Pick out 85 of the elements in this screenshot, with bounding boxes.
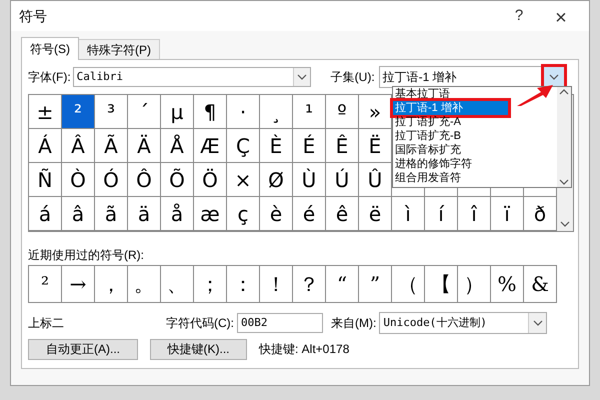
symbol-cell[interactable]: Ó — [95, 163, 128, 197]
dialog-button[interactable]: 自动更正(A)... — [28, 338, 138, 360]
symbol-cell[interactable]: ² — [62, 95, 95, 129]
char-code-field[interactable]: 00B2 — [237, 313, 323, 333]
symbol-cell[interactable]: Ø — [260, 163, 293, 197]
symbol-cell[interactable]: ¶ — [194, 95, 227, 129]
symbol-cell[interactable]: É — [293, 129, 326, 163]
dialog-button[interactable]: 快捷键(K)... — [150, 338, 247, 360]
symbol-cell[interactable]: ì — [392, 197, 425, 231]
symbol-cell[interactable]: ç — [227, 197, 260, 231]
chevron-down-icon — [296, 74, 307, 80]
symbol-cell[interactable]: è — [260, 197, 293, 231]
symbol-cell[interactable]: Ô — [128, 163, 161, 197]
symbol-cell[interactable]: º — [326, 95, 359, 129]
combobox-value: Calibri — [76, 68, 124, 85]
scroll-down-icon — [559, 179, 569, 185]
chevron-down-icon — [532, 320, 543, 326]
symbol-cell[interactable]: Ç — [227, 129, 260, 163]
symbol-cell[interactable]: â — [62, 197, 95, 231]
symbol-cell[interactable]: Æ — [194, 129, 227, 163]
symbol-cell[interactable]: á — [29, 197, 62, 231]
symbol-cell[interactable]: » — [359, 95, 392, 129]
combobox-value: 拉丁语-1 增补 — [382, 69, 458, 86]
symbol-cell[interactable]: Û — [359, 163, 392, 197]
symbol-cell[interactable]: Ö — [194, 163, 227, 197]
symbol-cell[interactable]: × — [227, 163, 260, 197]
symbol-cell[interactable]: Ù — [293, 163, 326, 197]
symbol-cell[interactable]: ³ — [95, 95, 128, 129]
tab[interactable]: 符号(S) — [21, 37, 79, 60]
symbol-cell[interactable]: î — [458, 197, 491, 231]
symbol-cell[interactable]: Ä — [128, 129, 161, 163]
dropdown-option[interactable]: 拉丁语扩充-A — [393, 115, 557, 129]
symbol-cell[interactable]: Ê — [326, 129, 359, 163]
symbol-cell[interactable]: ä — [128, 197, 161, 231]
symbol-cell[interactable]: ¹ — [293, 95, 326, 129]
symbol-cell[interactable]: ± — [29, 95, 62, 129]
field-label: 字体(F): — [28, 69, 71, 86]
symbol-cell[interactable]: µ — [161, 95, 194, 129]
symbol-cell[interactable]: ï — [491, 197, 524, 231]
symbol-cell[interactable]: Ú — [326, 163, 359, 197]
help-button[interactable]: ? — [499, 3, 539, 29]
symbol-cell[interactable]: Á — [29, 129, 62, 163]
symbol-cell[interactable]: ã — [95, 197, 128, 231]
tab[interactable]: 特殊字符(P) — [79, 39, 160, 59]
symbol-cell[interactable]: é — [293, 197, 326, 231]
symbol-cell[interactable]: Ñ — [29, 163, 62, 197]
symbol-cell[interactable]: Ã — [95, 129, 128, 163]
scroll-down-icon — [560, 221, 570, 227]
dropdown-option[interactable]: 组合用发音符 — [393, 171, 557, 185]
symbol-cell[interactable]: ð — [524, 197, 557, 231]
character-name: 上标二 — [28, 315, 65, 332]
symbol-cell[interactable]: Â — [62, 129, 95, 163]
annotation-arrow — [515, 84, 555, 108]
field-label: 来自(M): — [331, 315, 376, 332]
chevron-down-icon — [548, 74, 559, 80]
symbol-cell[interactable]: ¸ — [260, 95, 293, 129]
scrollbar[interactable] — [557, 87, 571, 187]
font-combobox[interactable]: Calibri — [72, 67, 311, 87]
symbol-cell[interactable]: í — [425, 197, 458, 231]
dropdown-option[interactable]: 国际音标扩充 — [393, 143, 557, 157]
window-title: 符号 — [19, 6, 47, 26]
shortcut-text: 快捷键: Alt+0178 — [259, 341, 350, 358]
dropdown-option[interactable]: 拉丁语扩充-B — [393, 129, 557, 143]
close-button[interactable]: × — [539, 3, 583, 29]
subset-combobox[interactable]: 拉丁语-1 增补 — [378, 66, 565, 88]
symbol-cell[interactable]: ´ — [128, 95, 161, 129]
field-label: 子集(U): — [330, 69, 375, 86]
symbol-cell[interactable]: Ò — [62, 163, 95, 197]
symbol-cell[interactable]: å — [161, 197, 194, 231]
symbol-cell[interactable]: Å — [161, 129, 194, 163]
dropdown-option[interactable]: 进格的修饰字符 — [393, 157, 557, 171]
scroll-up-icon — [559, 89, 569, 95]
symbol-cell[interactable]: ë — [359, 197, 392, 231]
field-label: 字符代码(C): — [166, 315, 234, 332]
from-combobox[interactable]: Unicode(十六进制) — [379, 312, 548, 334]
combobox-value: Unicode(十六进制) — [382, 314, 488, 331]
dropdown-option[interactable]: 基本拉丁语 — [393, 87, 557, 101]
symbol-cell[interactable]: æ — [194, 197, 227, 231]
dropdown-option[interactable]: 拉丁语-1 增补 — [393, 101, 508, 115]
symbol-cell[interactable]: Õ — [161, 163, 194, 197]
symbol-cell[interactable]: È — [260, 129, 293, 163]
symbol-cell[interactable]: Ë — [359, 129, 392, 163]
symbol-cell[interactable]: · — [227, 95, 260, 129]
section-label: 近期使用过的符号(R): — [28, 247, 145, 262]
symbol-cell[interactable]: ê — [326, 197, 359, 231]
